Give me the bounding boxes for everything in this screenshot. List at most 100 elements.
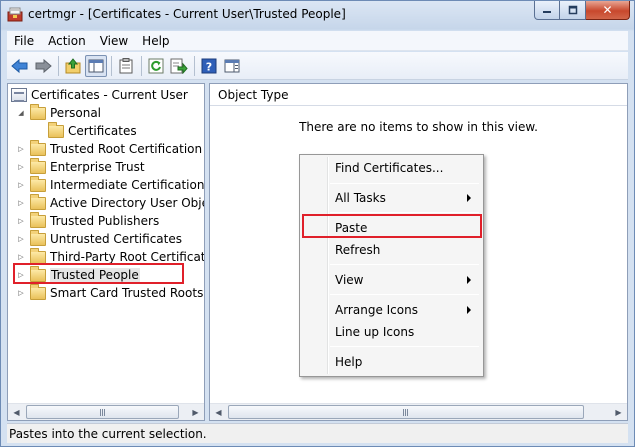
up-one-level-button[interactable] xyxy=(62,55,84,77)
menu-view[interactable]: View xyxy=(93,34,135,48)
trusted-people-highlight-box xyxy=(13,263,184,284)
collapsed-arrow-icon[interactable]: ▷ xyxy=(16,234,26,244)
menu-item-label: All Tasks xyxy=(335,191,386,205)
tree-item-trusted-root[interactable]: ▷ Trusted Root Certification Au xyxy=(16,139,205,158)
column-header-label: Object Type xyxy=(218,87,289,102)
tree-item-trusted-publishers[interactable]: ▷ Trusted Publishers xyxy=(16,211,160,230)
properties-clipboard-icon xyxy=(119,57,133,73)
tree-root-label: Certificates - Current User xyxy=(31,88,188,102)
collapsed-arrow-icon[interactable]: ▷ xyxy=(16,180,26,190)
back-button[interactable] xyxy=(9,55,31,77)
folder-icon xyxy=(30,103,46,120)
menu-item-arrange-icons[interactable]: Arrange Icons xyxy=(302,299,481,321)
menu-help[interactable]: Help xyxy=(135,34,176,48)
collapsed-arrow-icon[interactable]: ▷ xyxy=(16,144,26,154)
menu-separator xyxy=(330,183,479,184)
collapsed-arrow-icon[interactable]: ▷ xyxy=(16,216,26,226)
tree-root[interactable]: Certificates - Current User xyxy=(11,86,188,104)
menu-file[interactable]: File xyxy=(7,34,41,48)
tree-item-label: Enterprise Trust xyxy=(50,160,145,174)
collapsed-arrow-icon[interactable]: ▷ xyxy=(16,162,26,172)
tree-item-active-directory[interactable]: ▷ Active Directory User Object xyxy=(16,193,205,212)
tree-item-enterprise-trust[interactable]: ▷ Enterprise Trust xyxy=(16,157,145,176)
maximize-button[interactable] xyxy=(560,1,586,20)
mmc-view-icon xyxy=(224,59,240,72)
tree-item-untrusted[interactable]: ▷ Untrusted Certificates xyxy=(16,229,182,248)
close-button[interactable]: ✕ xyxy=(586,1,630,20)
toolbar: ? xyxy=(7,52,628,80)
menu-item-refresh[interactable]: Refresh xyxy=(302,239,481,261)
toolbar-separator xyxy=(111,55,112,76)
tree-horizontal-scrollbar[interactable]: ◀ ▶ xyxy=(8,403,204,420)
scroll-left-button[interactable]: ◀ xyxy=(210,404,227,420)
scroll-right-button[interactable]: ▶ xyxy=(610,404,627,420)
certmgr-app-icon xyxy=(7,7,23,22)
submenu-arrow-icon xyxy=(467,276,471,284)
tree-item-certificates[interactable]: Certificates xyxy=(48,121,137,140)
menu-action[interactable]: Action xyxy=(41,34,93,48)
title-bar[interactable]: certmgr - [Certificates - Current User\T… xyxy=(1,1,634,29)
expanded-arrow-icon[interactable]: ◢ xyxy=(16,108,26,118)
menu-separator xyxy=(330,346,479,347)
close-icon: ✕ xyxy=(602,3,613,17)
tree-item-label: Trusted Publishers xyxy=(50,214,160,228)
menu-separator xyxy=(330,294,479,295)
properties-button[interactable] xyxy=(115,55,137,77)
tree-item-personal[interactable]: ◢ Personal xyxy=(16,103,101,122)
scroll-right-icon: ▶ xyxy=(192,407,199,417)
status-text: Pastes into the current selection. xyxy=(9,426,207,441)
console-tree-pane[interactable]: Certificates - Current User ◢ Personal C… xyxy=(7,83,205,421)
show-hide-console-tree-button[interactable] xyxy=(85,54,107,77)
folder-icon xyxy=(30,229,46,246)
export-list-icon xyxy=(170,58,188,74)
show-hide-tree-icon xyxy=(88,59,104,72)
folder-icon xyxy=(48,121,64,138)
status-bar: Pastes into the current selection. xyxy=(7,423,628,443)
menu-item-label: Refresh xyxy=(335,243,381,257)
column-header-object-type[interactable]: Object Type xyxy=(210,84,627,106)
tree-item-label: Untrusted Certificates xyxy=(50,232,182,246)
menu-item-view[interactable]: View xyxy=(302,269,481,291)
tree-item-label: Smart Card Trusted Roots xyxy=(50,286,204,300)
forward-arrow-icon xyxy=(35,58,52,73)
window-title: certmgr - [Certificates - Current User\T… xyxy=(28,7,346,21)
menu-item-help[interactable]: Help xyxy=(302,351,481,373)
help-button[interactable]: ? xyxy=(198,55,220,77)
menu-item-label: Find Certificates... xyxy=(335,161,444,175)
menu-separator xyxy=(330,212,479,213)
list-horizontal-scrollbar[interactable]: ◀ ▶ xyxy=(210,403,627,420)
collapsed-arrow-icon[interactable]: ▷ xyxy=(16,288,26,298)
tree-item-smart-card[interactable]: ▷ Smart Card Trusted Roots xyxy=(16,283,204,302)
tree-item-label: Trusted Root Certification Au xyxy=(50,142,205,156)
certificates-snapin-icon xyxy=(11,88,27,102)
toolbar-separator xyxy=(58,55,59,76)
export-list-button[interactable] xyxy=(168,55,190,77)
folder-icon xyxy=(30,211,46,228)
toolbar-separator xyxy=(141,55,142,76)
collapsed-arrow-icon[interactable]: ▷ xyxy=(16,252,26,262)
menu-item-find-certificates[interactable]: Find Certificates... xyxy=(302,157,481,179)
scroll-right-button[interactable]: ▶ xyxy=(187,404,204,420)
tree-item-label: Active Directory User Object xyxy=(50,196,205,210)
scroll-left-icon: ◀ xyxy=(13,407,20,417)
menu-item-all-tasks[interactable]: All Tasks xyxy=(302,187,481,209)
maximize-icon xyxy=(568,5,577,15)
forward-button[interactable] xyxy=(32,55,54,77)
menu-item-line-up-icons[interactable]: Line up Icons xyxy=(302,321,481,343)
scroll-left-button[interactable]: ◀ xyxy=(8,404,25,420)
show-hide-action-pane-button[interactable] xyxy=(221,55,243,77)
menu-bar: File Action View Help xyxy=(7,31,628,51)
minimize-button[interactable] xyxy=(534,1,560,20)
menu-separator xyxy=(330,264,479,265)
folder-icon xyxy=(30,175,46,192)
scroll-thumb[interactable] xyxy=(228,405,584,419)
svg-text:?: ? xyxy=(206,60,212,73)
refresh-icon xyxy=(148,58,164,73)
scroll-left-icon: ◀ xyxy=(215,407,222,417)
empty-list-message: There are no items to show in this view. xyxy=(299,120,538,134)
menu-item-label: Help xyxy=(335,355,363,369)
scroll-thumb[interactable] xyxy=(26,405,179,419)
collapsed-arrow-icon[interactable]: ▷ xyxy=(16,198,26,208)
refresh-button[interactable] xyxy=(145,55,167,77)
tree-item-intermediate[interactable]: ▷ Intermediate Certification Au xyxy=(16,175,204,194)
